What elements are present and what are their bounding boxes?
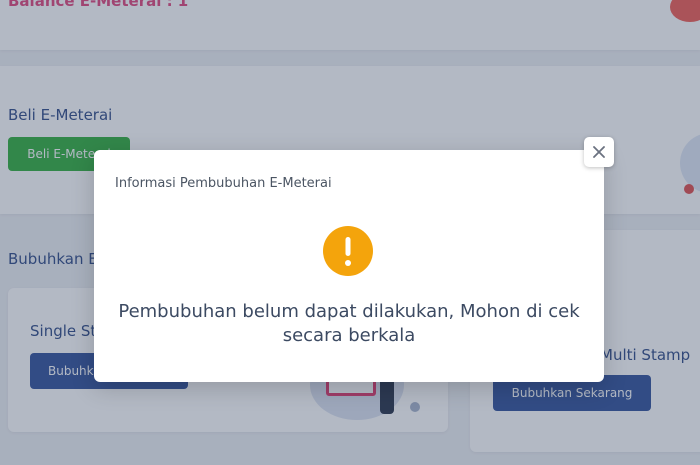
info-modal: Informasi Pembubuhan E-Meterai Pembubuha… [94,137,614,382]
modal-message: Pembubuhan belum dapat dilakukan, Mohon … [118,301,580,346]
close-button[interactable] [584,137,614,167]
close-icon [593,146,605,158]
modal-title: Informasi Pembubuhan E-Meterai [115,176,332,191]
warning-icon [323,226,373,276]
